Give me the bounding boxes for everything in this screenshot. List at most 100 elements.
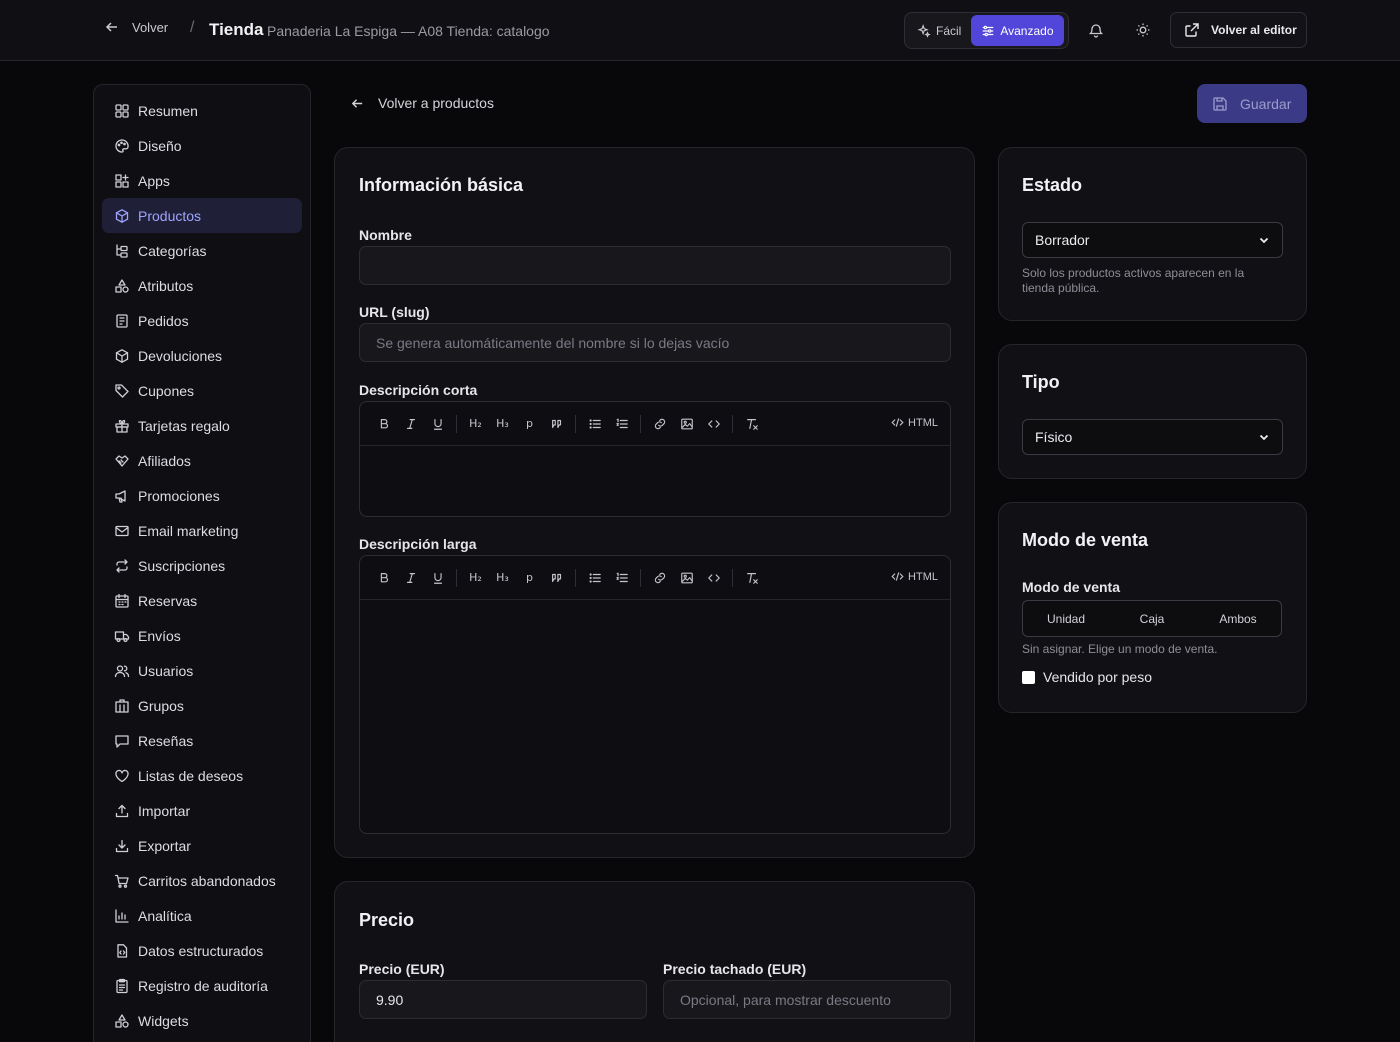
sidebar-item-carritos-abandonados[interactable]: Carritos abandonados (102, 863, 302, 898)
sidebar-item-usuarios[interactable]: Usuarios (102, 653, 302, 688)
back-to-editor-button[interactable]: Volver al editor (1170, 12, 1307, 48)
mode-advanced-button[interactable]: Avanzado (971, 15, 1064, 46)
paragraph-icon: p (526, 417, 533, 430)
mode-toggle: Fácil Avanzado (904, 12, 1069, 49)
theme-toggle-button[interactable] (1132, 19, 1154, 41)
sidebar-item-listas-de-deseos[interactable]: Listas de deseos (102, 758, 302, 793)
italic-button[interactable] (397, 411, 424, 437)
sidebar-item-label: Analítica (138, 907, 192, 924)
sidebar-item-atributos[interactable]: Atributos (102, 268, 302, 303)
sidebar-item-importar[interactable]: Importar (102, 793, 302, 828)
code-button[interactable] (700, 411, 727, 437)
sidebar-item-apps[interactable]: Apps (102, 163, 302, 198)
code-icon (891, 572, 904, 581)
sale-mode-option-unidad[interactable]: Unidad (1023, 601, 1109, 636)
long-description-editor: H₂ H₃ p HTML (359, 555, 951, 834)
heading-3-button[interactable]: H₃ (489, 565, 516, 591)
mode-easy-button[interactable]: Fácil (907, 15, 971, 46)
sidebar-item-resenas[interactable]: Reseñas (102, 723, 302, 758)
link-button[interactable] (646, 565, 673, 591)
quote-button[interactable] (543, 411, 570, 437)
price-input[interactable] (359, 980, 647, 1019)
sidebar-item-tarjetas-regalo[interactable]: Tarjetas regalo (102, 408, 302, 443)
italic-button[interactable] (397, 565, 424, 591)
sidebar-item-label: Datos estructurados (138, 942, 264, 959)
status-select[interactable]: Borrador (1022, 222, 1283, 258)
type-card: Tipo Físico (998, 344, 1307, 479)
notifications-button[interactable] (1085, 19, 1107, 41)
short-description-content[interactable] (360, 446, 950, 516)
clear-format-button[interactable] (738, 565, 765, 591)
repeat-icon (116, 558, 128, 573)
image-button[interactable] (673, 565, 700, 591)
sidebar-item-exportar[interactable]: Exportar (102, 828, 302, 863)
sidebar-item-grupos[interactable]: Grupos (102, 688, 302, 723)
sidebar-item-diseno[interactable]: Diseño (102, 128, 302, 163)
sale-mode-option-caja[interactable]: Caja (1109, 601, 1195, 636)
sale-mode-title: Modo de venta (1022, 530, 1149, 550)
sale-mode-option-ambos[interactable]: Ambos (1195, 601, 1281, 636)
back-to-products-link[interactable]: Volver a productos (350, 95, 494, 111)
toolbar-separator (732, 414, 733, 433)
type-select[interactable]: Físico (1022, 419, 1283, 455)
sidebar-item-analitica[interactable]: Analítica (102, 898, 302, 933)
paragraph-button[interactable]: p (516, 565, 543, 591)
sidebar-item-pedidos[interactable]: Pedidos (102, 303, 302, 338)
sold-by-weight-checkbox[interactable] (1022, 670, 1035, 684)
image-button[interactable] (673, 411, 700, 437)
truck-icon (114, 630, 130, 642)
slug-input[interactable] (359, 323, 951, 362)
top-bar: Volver / Tienda Panaderia La Espiga — A0… (0, 0, 1400, 61)
sidebar-item-reservas[interactable]: Reservas (102, 583, 302, 618)
heading-2-button[interactable]: H₂ (462, 565, 489, 591)
underline-button[interactable] (424, 565, 451, 591)
long-description-content[interactable] (360, 600, 950, 833)
sidebar-item-devoluciones[interactable]: Devoluciones (102, 338, 302, 373)
bold-button[interactable] (370, 411, 397, 437)
heading-2-button[interactable]: H₂ (462, 411, 489, 437)
clear-format-button[interactable] (738, 411, 765, 437)
ordered-list-button[interactable] (608, 411, 635, 437)
sidebar-item-label: Tarjetas regalo (138, 417, 230, 434)
sidebar-item-registro-de-auditoria[interactable]: Registro de auditoría (102, 968, 302, 1003)
sidebar-item-email-marketing[interactable]: Email marketing (102, 513, 302, 548)
underline-button[interactable] (424, 411, 451, 437)
compare-price-label: Precio tachado (EUR) (663, 961, 807, 977)
html-mode-button[interactable]: HTML (891, 416, 938, 429)
link-button[interactable] (646, 411, 673, 437)
bold-button[interactable] (370, 565, 397, 591)
sidebar-item-categorias[interactable]: Categorías (102, 233, 302, 268)
ordered-list-button[interactable] (608, 565, 635, 591)
sidebar-item-afiliados[interactable]: Afiliados (102, 443, 302, 478)
compare-price-input[interactable] (663, 980, 951, 1019)
sidebar-item-datos-estructurados[interactable]: Datos estructurados (102, 933, 302, 968)
sidebar: Resumen Diseño Apps Productos Categorías Atri… (93, 84, 311, 1042)
paragraph-icon: p (526, 571, 533, 584)
sidebar-item-label: Reseñas (138, 732, 194, 749)
name-input[interactable] (359, 246, 951, 285)
sidebar-item-promociones[interactable]: Promociones (102, 478, 302, 513)
sidebar-item-label: Apps (138, 172, 170, 189)
sidebar-item-resumen[interactable]: Resumen (102, 93, 302, 128)
bullet-list-button[interactable] (581, 411, 608, 437)
long-description-label: Descripción larga (359, 536, 477, 552)
heading-3-button[interactable]: H₃ (489, 411, 516, 437)
sidebar-item-widgets[interactable]: Widgets (102, 1003, 302, 1038)
save-button[interactable]: Guardar (1197, 84, 1307, 123)
sidebar-item-label: Email marketing (138, 522, 239, 539)
paragraph-button[interactable]: p (516, 411, 543, 437)
quote-button[interactable] (543, 565, 570, 591)
html-mode-button[interactable]: HTML (891, 570, 938, 583)
sidebar-item-envios[interactable]: Envíos (102, 618, 302, 653)
page-title: Tienda (209, 20, 264, 39)
back-button[interactable]: Volver (104, 19, 168, 35)
code-button[interactable] (700, 565, 727, 591)
code-icon (891, 418, 904, 427)
sidebar-item-suscripciones[interactable]: Suscripciones (102, 548, 302, 583)
short-description-label: Descripción corta (359, 382, 478, 398)
sidebar-item-cupones[interactable]: Cupones (102, 373, 302, 408)
sidebar-item-productos[interactable]: Productos (102, 198, 302, 233)
shapes-icon (115, 278, 129, 293)
sidebar-item-label: Envíos (138, 627, 181, 644)
bullet-list-button[interactable] (581, 565, 608, 591)
